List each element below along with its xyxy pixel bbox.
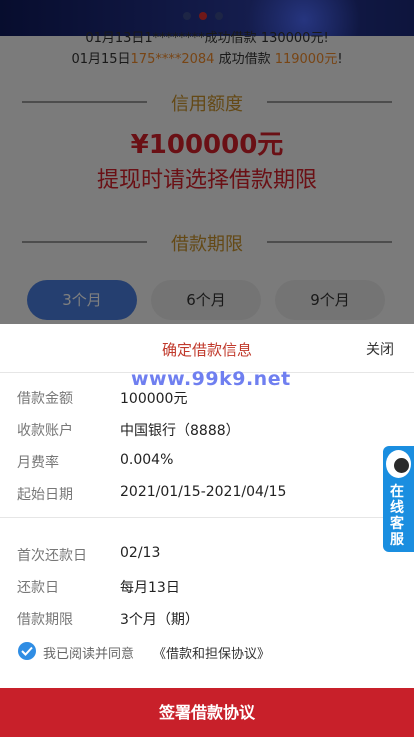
detail-row-rate: 月费率 0.004%: [0, 445, 414, 477]
loan-confirm-sheet: 确定借款信息 关闭 www.99k9.net 借款金额 100000元 收款账户…: [0, 324, 414, 737]
detail-label: 起始日期: [17, 487, 73, 503]
detail-label: 借款期限: [17, 612, 73, 628]
agreement-link[interactable]: 《借款和担保协议》: [153, 643, 270, 662]
detail-row-term: 借款期限 3个月（期）: [0, 602, 414, 634]
loan-details-group-2: 首次还款日 02/13 还款日 每月13日 借款期限 3个月（期）: [0, 538, 414, 634]
detail-value: 每月13日: [120, 580, 180, 596]
loan-details-group-1: 借款金额 100000元 收款账户 中国银行（8888） 月费率 0.004% …: [0, 381, 414, 509]
service-face: [394, 458, 409, 473]
detail-row-dates: 起始日期 2021/01/15-2021/04/15: [0, 477, 414, 509]
detail-row-first-repay: 首次还款日 02/13: [0, 538, 414, 570]
detail-value: 中国银行（8888）: [120, 423, 240, 439]
detail-value: 0.004%: [120, 452, 174, 468]
detail-row-account: 收款账户 中国银行（8888）: [0, 413, 414, 445]
check-icon: [21, 646, 33, 656]
sheet-title: 确定借款信息: [161, 341, 252, 359]
detail-label: 还款日: [17, 580, 59, 596]
service-label: 在线客服: [390, 484, 404, 548]
detail-label: 收款账户: [17, 423, 73, 439]
detail-label: 首次还款日: [17, 548, 87, 564]
sheet-header: 确定借款信息 关闭: [0, 324, 414, 373]
online-service-button[interactable]: 在线客服: [383, 446, 414, 552]
detail-value: 3个月（期）: [120, 612, 199, 628]
detail-value: 2021/01/15-2021/04/15: [120, 484, 287, 500]
detail-row-repay-day: 还款日 每月13日: [0, 570, 414, 602]
agreement-text: 我已阅读并同意: [43, 647, 135, 662]
service-avatar-icon: [386, 450, 411, 478]
detail-label: 借款金额: [17, 391, 73, 407]
detail-row-amount: 借款金额 100000元: [0, 381, 414, 413]
section-divider: [0, 517, 414, 518]
close-button[interactable]: 关闭: [366, 339, 394, 359]
detail-label: 月费率: [17, 455, 59, 471]
detail-value: 02/13: [120, 545, 161, 561]
sign-agreement-button[interactable]: 签署借款协议: [0, 688, 414, 737]
agreement-checkbox[interactable]: [18, 642, 36, 660]
detail-value: 100000元: [120, 391, 188, 407]
